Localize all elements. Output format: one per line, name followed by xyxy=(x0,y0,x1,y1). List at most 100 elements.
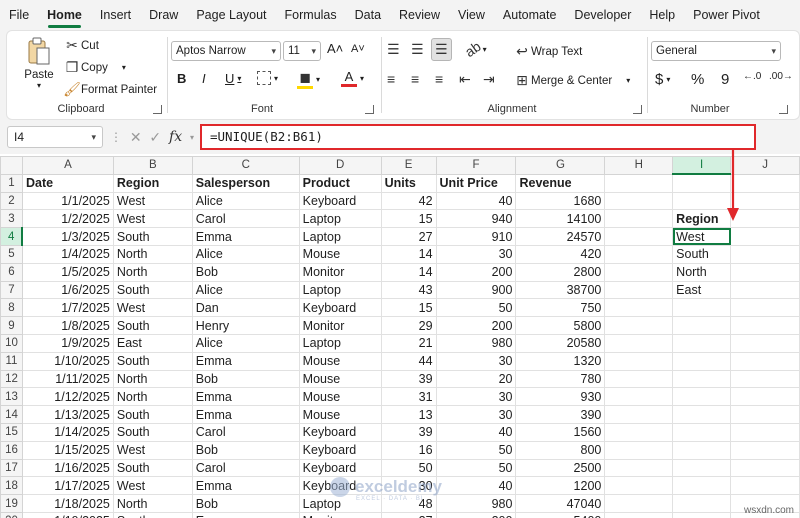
cell-B2[interactable]: West xyxy=(112,191,193,211)
column-header[interactable]: E xyxy=(380,156,437,175)
cell-H20[interactable] xyxy=(604,511,674,518)
cell-B12[interactable]: North xyxy=(112,369,193,389)
increase-font-button[interactable]: A˄ xyxy=(327,41,343,56)
cell-A9[interactable]: 1/8/2025 xyxy=(21,316,114,335)
cell-D6[interactable]: Monitor xyxy=(298,262,382,282)
cell-G16[interactable]: 800 xyxy=(515,440,606,460)
cut-button[interactable]: ✂ Cut xyxy=(63,37,99,54)
cell-D20[interactable]: Monitor xyxy=(298,511,382,518)
cell-H13[interactable] xyxy=(604,387,674,407)
align-middle-button[interactable]: ☰ xyxy=(411,41,424,58)
align-center-button[interactable]: ≡ xyxy=(411,71,419,87)
cell-F10[interactable]: 980 xyxy=(435,333,517,353)
column-header[interactable]: F xyxy=(435,156,517,175)
row-header[interactable]: 6 xyxy=(0,262,23,282)
italic-button[interactable]: I xyxy=(202,71,206,86)
menu-formulas[interactable]: Formulas xyxy=(276,0,346,30)
cell-I7[interactable]: East xyxy=(672,280,732,300)
increase-decimal-button[interactable]: ←.0 xyxy=(743,71,761,82)
row-header[interactable]: 11 xyxy=(0,351,23,371)
cell-E13[interactable]: 31 xyxy=(380,387,437,407)
cell-H9[interactable] xyxy=(604,316,674,335)
menu-page-layout[interactable]: Page Layout xyxy=(187,0,275,30)
format-painter-button[interactable]: 🖌 Format Painter xyxy=(63,81,157,98)
cell-C9[interactable]: Henry xyxy=(191,316,300,335)
cell-B5[interactable]: North xyxy=(112,244,193,264)
column-header[interactable]: H xyxy=(604,156,674,175)
cell-C3[interactable]: Carol xyxy=(191,209,300,229)
cell-F12[interactable]: 20 xyxy=(435,369,517,389)
cell-I3[interactable]: Region xyxy=(672,209,732,229)
cell-I17[interactable] xyxy=(672,458,732,478)
column-header[interactable]: B xyxy=(112,156,193,175)
cell-G19[interactable]: 47040 xyxy=(515,494,606,513)
cell-F20[interactable]: 200 xyxy=(435,511,517,518)
cell-I15[interactable] xyxy=(672,422,732,442)
more-options-icon[interactable]: ⋮ xyxy=(110,130,122,144)
cell-B11[interactable]: South xyxy=(112,351,193,371)
copy-button[interactable]: ❐ Copy ▾ xyxy=(63,59,126,76)
cell-E20[interactable]: 27 xyxy=(380,511,437,518)
cell-C12[interactable]: Bob xyxy=(191,369,300,389)
cell-I16[interactable] xyxy=(672,440,732,460)
cell-D3[interactable]: Laptop xyxy=(298,209,382,229)
borders-button[interactable]: ▾ xyxy=(257,71,278,85)
cell-B19[interactable]: North xyxy=(112,494,193,513)
cell-I11[interactable] xyxy=(672,351,732,371)
cell-G15[interactable]: 1560 xyxy=(515,422,606,442)
merge-center-button[interactable]: ⊞ Merge & Center ▾ xyxy=(513,72,630,89)
decrease-font-button[interactable]: A˅ xyxy=(351,43,365,55)
cell-A20[interactable]: 1/19/2025 xyxy=(21,511,114,518)
cell-C8[interactable]: Dan xyxy=(191,298,300,318)
menu-power-pivot[interactable]: Power Pivot xyxy=(684,0,769,30)
cell-B15[interactable]: South xyxy=(112,422,193,442)
cell-F7[interactable]: 900 xyxy=(435,280,517,300)
column-header[interactable]: G xyxy=(515,156,606,175)
cell-E1[interactable]: Units xyxy=(380,173,437,193)
cell-D13[interactable]: Mouse xyxy=(298,387,382,407)
cell-J14[interactable] xyxy=(730,405,800,424)
cell-C18[interactable]: Emma xyxy=(191,476,300,496)
cell-J10[interactable] xyxy=(730,333,800,353)
row-header[interactable]: 14 xyxy=(0,405,23,424)
cell-F5[interactable]: 30 xyxy=(435,244,517,264)
cell-A13[interactable]: 1/12/2025 xyxy=(21,387,114,407)
row-header[interactable]: 1 xyxy=(0,173,23,193)
number-format-dropdown[interactable]: General ▾ xyxy=(651,41,781,61)
alignment-launcher-icon[interactable] xyxy=(633,105,642,114)
cell-H2[interactable] xyxy=(604,191,674,211)
cell-E19[interactable]: 48 xyxy=(380,494,437,513)
cell-J7[interactable] xyxy=(730,280,800,300)
cell-F18[interactable]: 40 xyxy=(435,476,517,496)
cell-G4[interactable]: 24570 xyxy=(515,227,606,246)
cell-G5[interactable]: 420 xyxy=(515,244,606,264)
cell-F9[interactable]: 200 xyxy=(435,316,517,335)
cell-G18[interactable]: 1200 xyxy=(515,476,606,496)
cell-G13[interactable]: 930 xyxy=(515,387,606,407)
cell-F11[interactable]: 30 xyxy=(435,351,517,371)
formula-input[interactable]: =UNIQUE(B2:B61) xyxy=(200,124,756,150)
cell-J3[interactable] xyxy=(730,209,800,229)
currency-button[interactable]: $ ▾ xyxy=(655,71,670,88)
cell-I8[interactable] xyxy=(672,298,732,318)
cell-D15[interactable]: Keyboard xyxy=(298,422,382,442)
cell-A7[interactable]: 1/6/2025 xyxy=(21,280,114,300)
row-header[interactable]: 20 xyxy=(0,511,23,518)
cell-D1[interactable]: Product xyxy=(298,173,382,193)
cell-F17[interactable]: 50 xyxy=(435,458,517,478)
cell-I20[interactable] xyxy=(672,511,732,518)
cell-H14[interactable] xyxy=(604,405,674,424)
cell-A4[interactable]: 1/3/2025 xyxy=(21,227,114,246)
cell-H1[interactable] xyxy=(604,173,674,193)
cell-J13[interactable] xyxy=(730,387,800,407)
cell-B1[interactable]: Region xyxy=(112,173,193,193)
orientation-button[interactable]: ab ▾ xyxy=(462,38,487,60)
cell-A16[interactable]: 1/15/2025 xyxy=(21,440,114,460)
cell-C17[interactable]: Carol xyxy=(191,458,300,478)
cell-J9[interactable] xyxy=(730,316,800,335)
cell-B18[interactable]: West xyxy=(112,476,193,496)
align-left-button[interactable]: ≡ xyxy=(387,71,395,87)
cell-J16[interactable] xyxy=(730,440,800,460)
cell-H10[interactable] xyxy=(604,333,674,353)
cell-D18[interactable]: Keyboard xyxy=(298,476,382,496)
